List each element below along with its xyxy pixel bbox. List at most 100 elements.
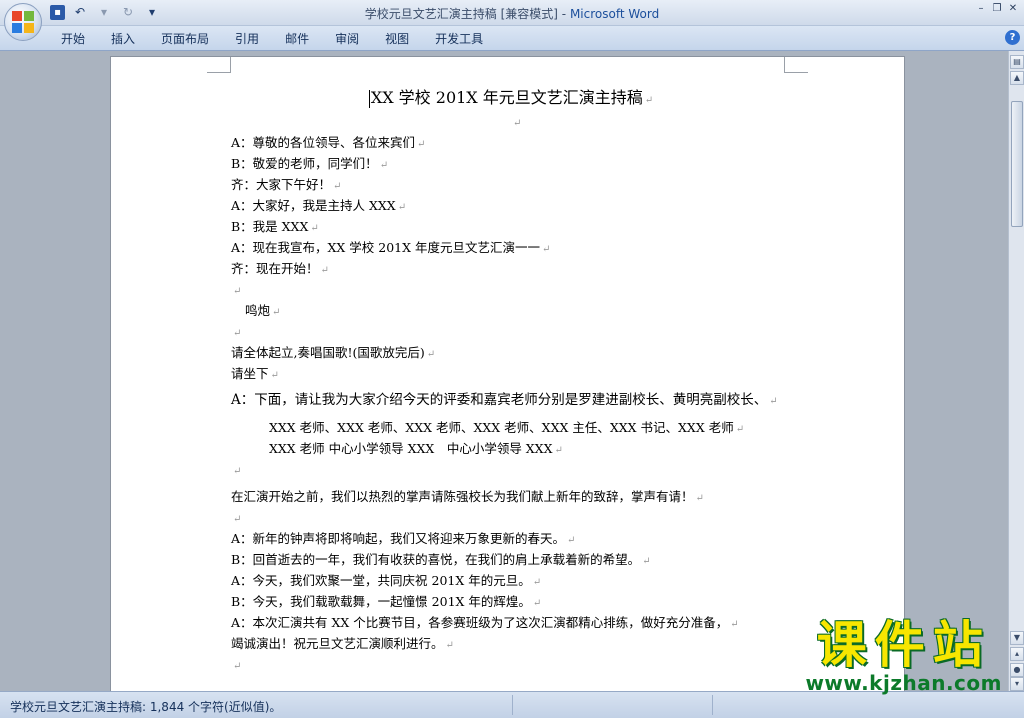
paragraph-mark-icon: ↵ [379,160,389,171]
tab-home[interactable]: 开始 [48,30,98,48]
paragraph-mark-icon: ↵ [445,640,454,651]
watermark: 课件站 www.kjzhan.com [805,618,1002,694]
document-paragraph[interactable]: B：我是 XXX ↵ [231,216,811,237]
tab-insert[interactable]: 插入 [98,30,148,48]
paragraph-text: A：下面，请让我为大家介绍今天的评委和嘉宾老师分别是罗建进副校长、黄明亮副校长、 [231,392,768,408]
paragraph-text: B：回首逝去的一年，我们有收获的喜悦，在我们的肩上承载着新的希望。 [231,552,641,567]
paragraph-text: B：今天，我们载歌载舞，一起憧憬 201X 年的辉煌。 [231,594,531,609]
window-controls: – ❐ ✕ [974,2,1020,16]
minimize-icon[interactable]: – [974,2,988,16]
paragraph-text: A：本次汇演共有 XX 个比赛节目，各参赛班级为了这次汇演都精心排练，做好充分准… [231,615,729,630]
document-paragraph[interactable]: A：大家好，我是主持人 XXX ↵ [231,195,811,216]
empty-paragraph[interactable]: ↵ [231,459,811,480]
office-button[interactable] [4,3,42,41]
document-heading[interactable]: XX 学校 201X 年元旦文艺汇演主持稿 ↵ [231,85,791,111]
document-paragraph[interactable]: 请全体起立,奏唱国歌!(国歌放完后) ↵ [231,342,811,363]
paragraph-mark-icon: ↵ [233,661,242,672]
scroll-down-icon[interactable]: ▼ [1010,631,1024,645]
paragraph-mark-icon: ↵ [417,139,426,150]
browse-object-icon[interactable]: ● [1010,663,1024,677]
document-paragraph[interactable]: 请坐下 ↵ [231,363,811,384]
empty-paragraph[interactable]: ↵ [231,279,811,300]
paragraph-mark-icon: ↵ [233,328,242,339]
paragraph-mark-icon: ↵ [310,223,319,234]
title-separator: - [557,7,570,21]
empty-paragraph[interactable]: ↵ [231,507,811,528]
title-bar: ▪ ↶ ▾ ↻ ▾ 学校元旦文艺汇演主持稿 [兼容模式] - Microsoft… [0,0,1024,41]
paragraph-text: B：我是 XXX [231,219,309,234]
help-icon[interactable]: ? [1005,30,1020,45]
document-paragraph[interactable]: B：回首逝去的一年，我们有收获的喜悦，在我们的肩上承载着新的希望。 ↵ [231,549,811,570]
document-title-text: 学校元旦文艺汇演主持稿 [兼容模式] [364,7,558,21]
paragraph-text: 鸣炮 [245,303,271,318]
document-paragraph[interactable]: A：尊敬的各位领导、各位来宾们 ↵ [231,132,811,153]
paragraph-text: B：敬爱的老师，同学们！ [231,156,378,171]
status-bar: 学校元旦文艺汇演主持稿: 1,844 个字符(近似值)。 [0,691,1024,718]
ribbon-tabs-bar: 开始 插入 页面布局 引用 邮件 审阅 视图 开发工具 ? [0,26,1024,51]
paragraph-mark-icon: ↵ [730,619,739,630]
paragraph-mark-icon: ↵ [513,118,522,129]
paragraph-mark-icon: ↵ [233,514,242,525]
paragraph-mark-icon: ↵ [644,95,654,106]
document-paragraph[interactable]: XXX 老师、XXX 老师、XXX 老师、XXX 老师、XXX 主任、XXX 书… [231,417,811,438]
document-paragraph[interactable]: B：敬爱的老师，同学们！ ↵ [231,153,811,174]
paragraph-text: 请坐下 [231,366,269,381]
document-body[interactable]: XX 学校 201X 年元旦文艺汇演主持稿 ↵ ↵ A：尊敬的各位领导、各位来宾们 ↵… [231,85,811,675]
document-paragraph[interactable]: 竭诚演出！祝元旦文艺汇演顺利进行。 ↵ [231,633,811,654]
office-logo-icon [12,11,34,33]
paragraph-mark-icon: ↵ [233,286,242,297]
document-paragraph[interactable]: 齐：大家下午好！ ↵ [231,174,811,195]
close-icon[interactable]: ✕ [1006,2,1020,16]
document-paragraph[interactable]: A：新年的钟声将即将响起，我们又将迎来万象更新的春天。 ↵ [231,528,811,549]
paragraph-mark-icon: ↵ [542,244,551,255]
paragraph-mark-icon: ↵ [735,424,745,435]
tab-mailings[interactable]: 邮件 [272,30,322,48]
document-paragraph[interactable]: A：今天，我们欢聚一堂，共同庆祝 201X 年的元旦。 ↵ [231,570,811,591]
paragraph-text: 请全体起立,奏唱国歌!(国歌放完后) [231,345,425,360]
previous-page-icon[interactable]: ▴ [1010,647,1024,661]
document-paragraph[interactable]: A：本次汇演共有 XX 个比赛节目，各参赛班级为了这次汇演都精心排练，做好充分准… [231,612,811,633]
margin-corner-mark [207,57,231,73]
paragraph-mark-icon: ↵ [270,370,279,381]
text-cursor [368,89,370,108]
empty-paragraph[interactable]: ↵ [231,654,811,675]
paragraph-mark-icon: ↵ [532,598,542,609]
tab-references[interactable]: 引用 [222,30,272,48]
document-paragraph[interactable]: A：现在我宣布，XX 学校 201X 年度元旦文艺汇演一一 ↵ [231,237,811,258]
paragraph-mark-icon: ↵ [532,577,542,588]
document-lines: ↵ A：尊敬的各位领导、各位来宾们 ↵ B：敬爱的老师，同学们！ ↵ 齐：大家下午好！ ↵ A… [231,111,811,675]
tab-developer[interactable]: 开发工具 [422,30,496,48]
tab-page-layout[interactable]: 页面布局 [148,30,222,48]
document-heading-text: XX 学校 201X 年元旦文艺汇演主持稿 [370,88,643,107]
status-divider [712,695,713,715]
document-paragraph[interactable]: 在汇演开始之前，我们以热烈的掌声请陈强校长为我们献上新年的致辞，掌声有请！ ↵ [231,486,811,507]
restore-icon[interactable]: ❐ [990,2,1004,16]
paragraph-mark-icon: ↵ [426,349,436,360]
paragraph-mark-icon: ↵ [567,535,576,546]
window-title: 学校元旦文艺汇演主持稿 [兼容模式] - Microsoft Word [0,5,1024,22]
tab-review[interactable]: 审阅 [322,30,372,48]
empty-paragraph[interactable]: ↵ [231,321,811,342]
paragraph-mark-icon: ↵ [333,181,342,192]
paragraph-mark-icon: ↵ [397,202,407,213]
document-paragraph[interactable]: A：下面，请让我为大家介绍今天的评委和嘉宾老师分别是罗建进副校长、黄明亮副校长、… [231,390,811,411]
scroll-up-icon[interactable]: ▲ [1010,71,1024,85]
document-paragraph[interactable]: XXX 老师 中心小学领导 XXX 中心小学领导 XXX ↵ [231,438,811,459]
paragraph-text: 在汇演开始之前，我们以热烈的掌声请陈强校长为我们献上新年的致辞，掌声有请！ [231,489,694,504]
document-paragraph[interactable]: B：今天，我们载歌载舞，一起憧憬 201X 年的辉煌。 ↵ [231,591,811,612]
paragraph-text: A：新年的钟声将即将响起，我们又将迎来万象更新的春天。 [231,531,566,546]
paragraph-text: A：现在我宣布，XX 学校 201X 年度元旦文艺汇演一一 [231,240,541,255]
document-page[interactable]: XX 学校 201X 年元旦文艺汇演主持稿 ↵ ↵ A：尊敬的各位领导、各位来宾们 ↵… [110,56,905,691]
status-divider [512,695,513,715]
ruler-toggle-icon[interactable]: ▤ [1010,55,1024,69]
tab-view[interactable]: 视图 [372,30,422,48]
next-page-icon[interactable]: ▾ [1010,677,1024,691]
paragraph-text: 齐：现在开始！ [231,261,319,276]
empty-paragraph[interactable]: ↵ [231,111,811,132]
document-paragraph[interactable]: 齐：现在开始！ ↵ [231,258,811,279]
scrollbar-thumb[interactable] [1011,101,1023,227]
document-paragraph[interactable]: 鸣炮 ↵ [231,300,811,321]
paragraph-mark-icon: ↵ [554,445,563,456]
vertical-scrollbar[interactable]: ▤ ▲ ▼ ▴ ● ▾ [1008,51,1024,691]
paragraph-text: XXX 老师、XXX 老师、XXX 老师、XXX 老师、XXX 主任、XXX 书… [269,420,734,435]
